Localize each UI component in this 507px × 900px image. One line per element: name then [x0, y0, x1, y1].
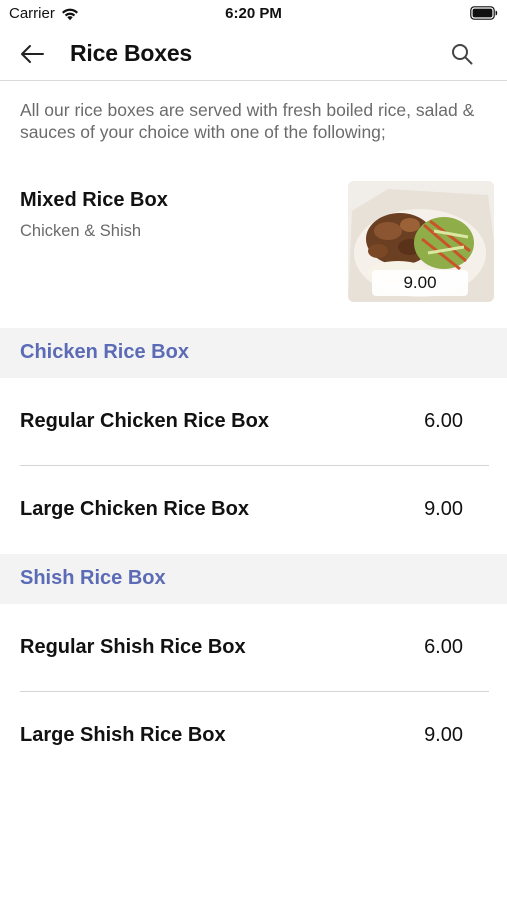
item-price: 9.00 — [424, 498, 463, 520]
item-price: 9.00 — [424, 724, 463, 746]
section-header-shish-rice-box: Shish Rice Box — [0, 554, 507, 604]
section-title: Shish Rice Box — [20, 567, 166, 589]
item-name: Regular Chicken Rice Box — [20, 410, 269, 432]
item-name: Mixed Rice Box — [20, 189, 168, 211]
back-button[interactable] — [18, 40, 46, 68]
menu-item-regular-shish-rice-box[interactable]: Regular Shish Rice Box 6.00 — [0, 604, 507, 692]
arrow-left-icon — [21, 45, 44, 63]
status-bar: Carrier 6:20 PM — [0, 0, 507, 28]
section-title: Chicken Rice Box — [20, 341, 189, 363]
search-icon — [452, 44, 473, 65]
status-time: 6:20 PM — [225, 5, 282, 22]
menu-item-large-chicken-rice-box[interactable]: Large Chicken Rice Box 9.00 — [0, 466, 507, 554]
featured-item-mixed-rice-box[interactable]: Mixed Rice Box Chicken & Shish 9.00 — [0, 172, 507, 320]
battery-icon — [470, 6, 498, 20]
navigation-bar: Rice Boxes — [0, 28, 507, 81]
item-price: 6.00 — [424, 410, 463, 432]
item-name: Regular Shish Rice Box — [20, 636, 246, 658]
item-name: Large Chicken Rice Box — [20, 498, 249, 520]
category-description: All our rice boxes are served with fresh… — [20, 100, 475, 142]
menu-item-large-shish-rice-box[interactable]: Large Shish Rice Box 9.00 — [0, 692, 507, 780]
menu-item-regular-chicken-rice-box[interactable]: Regular Chicken Rice Box 6.00 — [0, 378, 507, 466]
section-header-chicken-rice-box: Chicken Rice Box — [0, 328, 507, 378]
item-description: Chicken & Shish — [20, 222, 142, 240]
page-title: Rice Boxes — [70, 40, 193, 66]
item-price-tag: 9.00 — [372, 270, 468, 296]
item-name: Large Shish Rice Box — [20, 724, 226, 746]
search-button[interactable] — [449, 41, 475, 67]
item-price: 6.00 — [424, 636, 463, 658]
